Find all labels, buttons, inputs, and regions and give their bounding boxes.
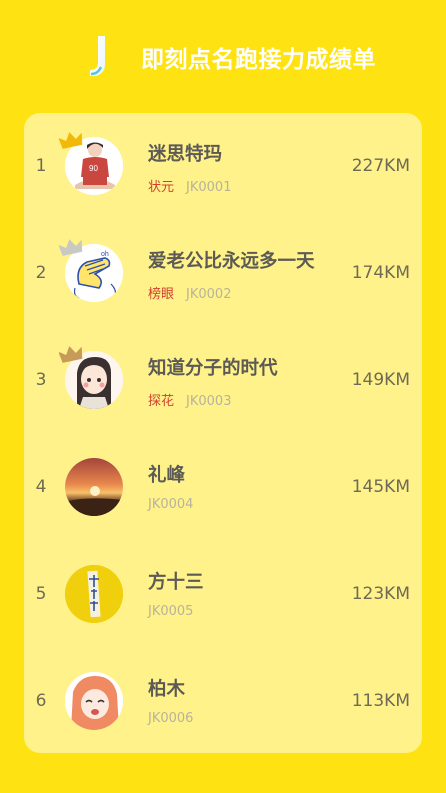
distance-value: 113KM xyxy=(351,691,410,711)
user-code: JK0003 xyxy=(186,394,232,409)
avatar-illustration-handwritten-name xyxy=(65,565,123,623)
distance-value: 123KM xyxy=(351,584,410,604)
user-meta: JK0006 xyxy=(148,711,193,726)
leaderboard-row[interactable]: 1 90 迷思特玛 状元 JK0001 227KM xyxy=(24,113,422,220)
silver-crown-icon xyxy=(59,239,83,256)
leaderboard-row[interactable]: 6 柏木 JK0006 113KM xyxy=(24,648,422,755)
header: 即刻点名跑接力成绩单 xyxy=(0,28,446,84)
user-code: JK0001 xyxy=(186,180,232,195)
bronze-crown-icon xyxy=(59,346,83,363)
distance-value: 149KM xyxy=(351,370,410,390)
rank-title-badge: 探花 xyxy=(148,394,175,409)
rank-title-badge: 榜眼 xyxy=(148,287,175,302)
rank-number: 6 xyxy=(35,691,47,711)
avatar[interactable] xyxy=(65,458,123,516)
leaderboard-row[interactable]: 3 知道分子的时代 探花 JK0003 149KM xyxy=(24,327,422,434)
avatar-photo-sunset xyxy=(65,458,123,516)
user-code: JK0002 xyxy=(186,287,232,302)
gold-crown-icon xyxy=(59,132,83,149)
rank-number: 1 xyxy=(35,156,47,176)
user-meta: 探花 JK0003 xyxy=(148,390,231,409)
user-meta: 状元 JK0001 xyxy=(148,176,231,195)
rank-number: 2 xyxy=(35,263,47,283)
rank-number: 4 xyxy=(35,477,47,497)
leaderboard-card: 1 90 迷思特玛 状元 JK0001 227KM 2 oh 爱老公比永远多一天… xyxy=(24,113,422,753)
leaderboard-row[interactable]: 4 礼峰 JK0004 145KM xyxy=(24,434,422,541)
rank-number: 5 xyxy=(35,584,47,604)
user-meta: 榜眼 JK0002 xyxy=(148,283,231,302)
leaderboard-row[interactable]: 5 方十三 JK0005 123KM xyxy=(24,541,422,648)
leaderboard-row[interactable]: 2 oh 爱老公比永远多一天 榜眼 JK0002 174KM xyxy=(24,220,422,327)
user-name[interactable]: 方十三 xyxy=(148,568,204,594)
user-code: JK0005 xyxy=(148,604,194,619)
user-name[interactable]: 知道分子的时代 xyxy=(148,354,278,380)
svg-text:oh: oh xyxy=(101,251,109,258)
user-name[interactable]: 迷思特玛 xyxy=(148,140,222,166)
rank-title-badge: 状元 xyxy=(148,180,175,195)
user-name[interactable]: 爱老公比永远多一天 xyxy=(148,247,315,273)
user-code: JK0006 xyxy=(148,711,194,726)
distance-value: 227KM xyxy=(351,156,410,176)
avatar[interactable] xyxy=(65,672,123,730)
avatar-illustration-anime-character xyxy=(65,672,123,730)
rank-number: 3 xyxy=(35,370,47,390)
user-code: JK0004 xyxy=(148,497,194,512)
distance-value: 145KM xyxy=(351,477,410,497)
user-meta: JK0004 xyxy=(148,497,193,512)
avatar[interactable] xyxy=(65,565,123,623)
user-name[interactable]: 礼峰 xyxy=(148,461,185,487)
page-title: 即刻点名跑接力成绩单 xyxy=(141,47,376,73)
jike-logo-icon xyxy=(90,36,105,76)
distance-value: 174KM xyxy=(351,263,410,283)
svg-text:90: 90 xyxy=(89,164,98,173)
user-name[interactable]: 柏木 xyxy=(148,675,185,701)
user-meta: JK0005 xyxy=(148,604,193,619)
